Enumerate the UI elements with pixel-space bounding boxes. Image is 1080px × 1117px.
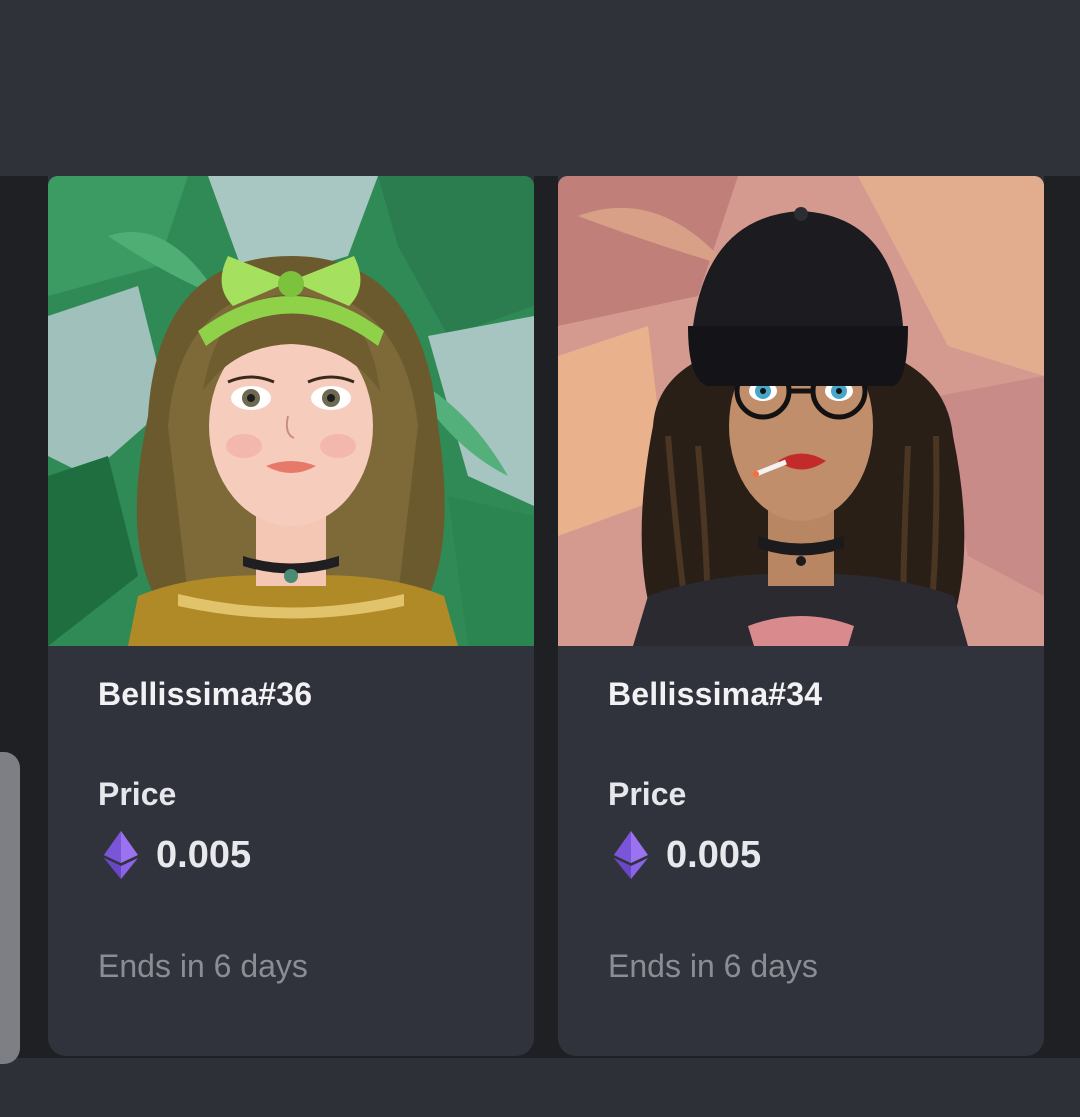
carousel-scroll-handle[interactable] (0, 752, 20, 1064)
ethereum-icon (614, 831, 648, 879)
bottom-bar (0, 1058, 1080, 1117)
top-bar (0, 0, 1080, 176)
price-value: 0.005 (666, 833, 762, 876)
nft-portrait-bellissima-36 (48, 176, 534, 646)
price-row: 0.005 (104, 830, 251, 880)
nft-title[interactable]: Bellissima#34 (608, 676, 822, 713)
nft-image[interactable] (48, 176, 534, 646)
price-value: 0.005 (156, 833, 252, 876)
nft-portrait-bellissima-34 (558, 176, 1044, 646)
auction-end-text: Ends in 6 days (608, 948, 818, 984)
price-row: 0.005 (614, 830, 761, 880)
nft-card[interactable]: Bellissima#34 Price 0.005 Ends in 6 days (558, 176, 1044, 1056)
nft-title[interactable]: Bellissima#36 (98, 676, 312, 713)
nft-card[interactable]: Bellissima#36 Price 0.005 Ends in 6 days (48, 176, 534, 1056)
auction-end-text: Ends in 6 days (98, 948, 308, 984)
price-label: Price (608, 776, 687, 812)
nft-image[interactable] (558, 176, 1044, 646)
price-label: Price (98, 776, 177, 812)
nft-marketplace-screen: Bellissima#36 Price 0.005 Ends in 6 days (0, 0, 1080, 1117)
ethereum-icon (104, 831, 138, 879)
